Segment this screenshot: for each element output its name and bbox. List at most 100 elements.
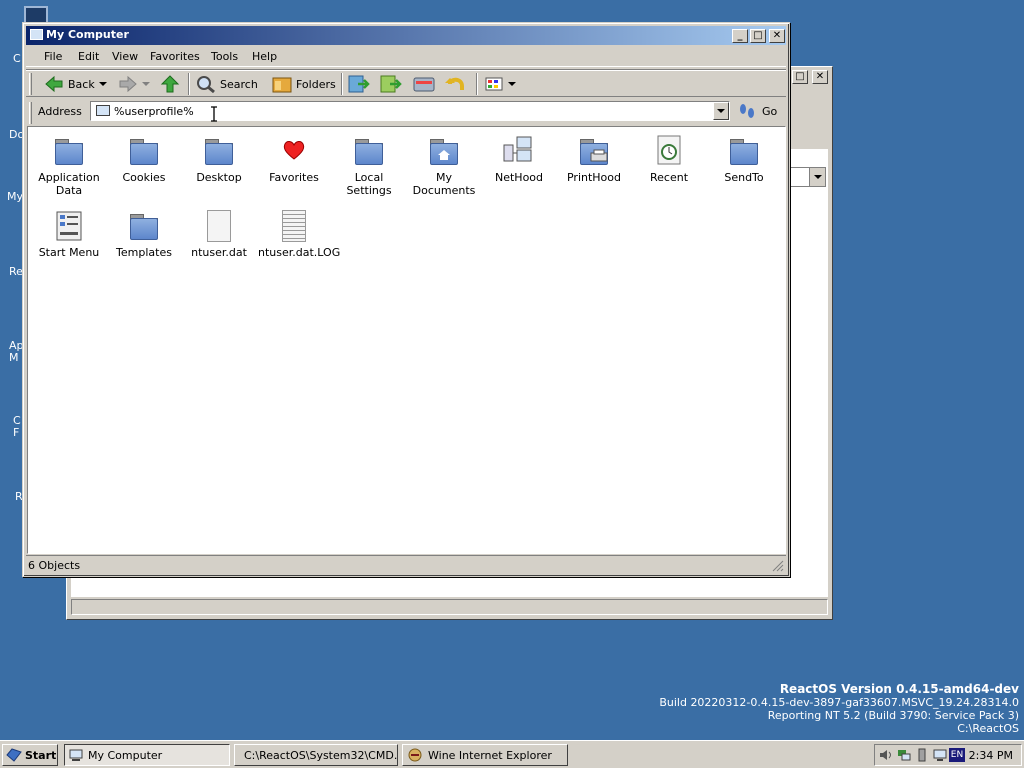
- file-item[interactable]: Local Settings: [333, 135, 405, 197]
- folder-icon: [728, 135, 760, 167]
- start-logo-icon: [6, 748, 22, 762]
- file-item[interactable]: Recent: [633, 135, 705, 184]
- desktop-label-stub[interactable]: C: [13, 52, 21, 65]
- back-button[interactable]: Back: [44, 72, 107, 96]
- file-item[interactable]: ntuser.dat.LOG: [258, 210, 340, 259]
- desktop-label-stub[interactable]: Re: [9, 265, 23, 278]
- menu-bar: File Edit View Favorites Tools Help: [26, 47, 786, 67]
- display-icon[interactable]: [933, 748, 947, 762]
- start-label: Start: [25, 748, 57, 762]
- folder-icon: [53, 135, 85, 167]
- explorer-window: My Computer _ □ ✕ File Edit View Favorit…: [22, 22, 790, 577]
- task-label: My Computer: [88, 748, 163, 762]
- network-icon[interactable]: [897, 748, 911, 762]
- move-to-icon: [348, 75, 370, 93]
- folder-printer-icon: [578, 135, 610, 167]
- file-item[interactable]: Start Menu: [33, 210, 105, 259]
- file-view[interactable]: Application Data Cookies Desktop Favorites L…: [27, 126, 786, 554]
- file-item[interactable]: Cookies: [108, 135, 180, 184]
- volume-icon[interactable]: [879, 748, 893, 762]
- chevron-down-icon[interactable]: [508, 81, 516, 87]
- heart-icon: [278, 135, 310, 167]
- file-item[interactable]: Application Data: [33, 135, 105, 197]
- language-indicator[interactable]: EN: [949, 748, 965, 762]
- copy-to-icon: [380, 75, 402, 93]
- computer-icon: [69, 749, 83, 761]
- toolbar-separator: [476, 73, 478, 95]
- clock[interactable]: 2:34 PM: [969, 749, 1013, 762]
- forward-arrow-icon: [119, 75, 137, 93]
- file-item[interactable]: ntuser.dat: [183, 210, 255, 259]
- folders-icon: [272, 77, 292, 93]
- move-to-button[interactable]: [348, 72, 372, 96]
- copy-to-button[interactable]: [380, 72, 404, 96]
- folders-label: Folders: [296, 77, 336, 91]
- forward-button[interactable]: [118, 72, 150, 96]
- address-bar: Address %userprofile% Go: [26, 99, 786, 124]
- search-button[interactable]: Search: [196, 72, 258, 96]
- status-bar: 6 Objects: [26, 555, 786, 573]
- toolbar: Back Search Folders: [26, 69, 786, 97]
- text-cursor-icon: [210, 106, 218, 122]
- file-item[interactable]: My Documents: [408, 135, 480, 197]
- menu-tools[interactable]: Tools: [211, 50, 238, 63]
- go-button[interactable]: Go: [738, 101, 777, 121]
- safely-remove-icon[interactable]: [915, 748, 929, 762]
- taskbar: Start My Computer C:\ReactOS\System32\CM…: [0, 740, 1024, 768]
- close-button[interactable]: ✕: [812, 70, 828, 84]
- chevron-down-icon[interactable]: [142, 81, 150, 87]
- file-item[interactable]: NetHood: [483, 135, 555, 184]
- system-tray: EN 2:34 PM: [874, 744, 1022, 766]
- delete-button[interactable]: [412, 72, 436, 96]
- up-button[interactable]: [160, 72, 180, 96]
- start-menu-icon: [53, 210, 85, 242]
- menu-file[interactable]: File: [44, 50, 62, 63]
- file-label: My Documents: [412, 171, 476, 197]
- status-text: 6 Objects: [28, 559, 81, 572]
- search-label: Search: [220, 77, 258, 91]
- address-bar-grip[interactable]: [29, 102, 32, 124]
- recent-icon: [653, 135, 685, 167]
- task-wine-ie[interactable]: Wine Internet Explorer: [402, 744, 568, 766]
- maximize-button[interactable]: □: [750, 29, 766, 43]
- address-input[interactable]: %userprofile%: [90, 101, 730, 121]
- dropdown-arrow-icon[interactable]: [809, 168, 825, 186]
- menu-edit[interactable]: Edit: [78, 50, 99, 63]
- file-label: Start Menu: [38, 246, 100, 259]
- folder-icon: [128, 210, 160, 242]
- file-item[interactable]: PrintHood: [558, 135, 630, 184]
- file-label: NetHood: [494, 171, 544, 184]
- file-item[interactable]: SendTo: [708, 135, 780, 184]
- back-arrow-icon: [45, 75, 63, 93]
- file-label: Desktop: [196, 171, 242, 184]
- task-my-computer[interactable]: My Computer: [64, 744, 230, 766]
- maximize-button[interactable]: □: [792, 70, 808, 84]
- desktop-label-stub[interactable]: My: [7, 190, 23, 203]
- undo-button[interactable]: [444, 72, 468, 96]
- start-button[interactable]: Start: [2, 744, 58, 766]
- file-label: Cookies: [122, 171, 166, 184]
- computer-icon: [30, 29, 43, 40]
- file-label: Local Settings: [346, 171, 392, 197]
- file-label: Favorites: [269, 171, 319, 184]
- file-item[interactable]: Desktop: [183, 135, 255, 184]
- folder-icon: [203, 135, 235, 167]
- title-bar[interactable]: My Computer _ □ ✕: [26, 26, 786, 45]
- background-window-combo[interactable]: [784, 167, 826, 187]
- chevron-down-icon[interactable]: [98, 81, 107, 87]
- views-button[interactable]: [484, 72, 516, 96]
- menu-favorites[interactable]: Favorites: [150, 50, 200, 63]
- task-cmd[interactable]: C:\ReactOS\System32\CMD...: [234, 744, 398, 766]
- close-button[interactable]: ✕: [769, 29, 785, 43]
- file-item[interactable]: Favorites: [258, 135, 330, 184]
- folders-button[interactable]: Folders: [272, 72, 336, 96]
- desktop-label-stub[interactable]: C F: [13, 415, 21, 439]
- file-item[interactable]: Templates: [108, 210, 180, 259]
- menu-help[interactable]: Help: [252, 50, 277, 63]
- address-value[interactable]: %userprofile%: [114, 105, 194, 118]
- minimize-button[interactable]: _: [732, 29, 748, 43]
- menu-view[interactable]: View: [112, 50, 138, 63]
- address-dropdown-button[interactable]: [713, 102, 729, 120]
- toolbar-grip[interactable]: [29, 73, 32, 95]
- resize-grip-icon[interactable]: [772, 560, 784, 572]
